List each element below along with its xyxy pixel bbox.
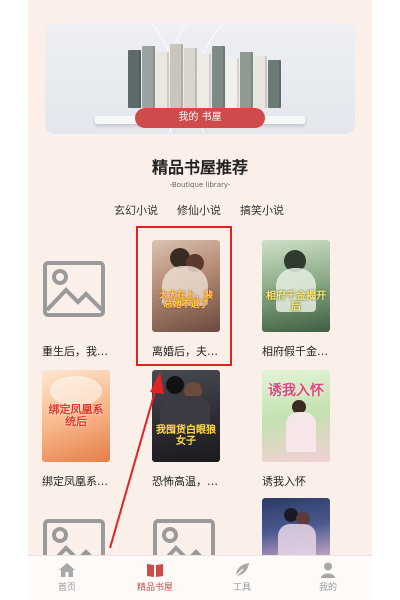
user-icon bbox=[321, 562, 335, 578]
tab-home[interactable]: 首页 bbox=[37, 562, 97, 593]
annotation-arrow-icon bbox=[109, 372, 164, 549]
tab-label: 工具 bbox=[232, 583, 251, 593]
bottom-tab-bar: 首页 精品书屋 工具 我的 bbox=[28, 555, 372, 600]
tab-label: 精品书屋 bbox=[136, 583, 173, 593]
tab-label: 我的 bbox=[318, 583, 337, 593]
leaf-icon bbox=[234, 563, 249, 578]
tab-label: 首页 bbox=[57, 583, 76, 593]
book-icon bbox=[147, 564, 163, 577]
tab-boutique[interactable]: 精品书屋 bbox=[125, 562, 185, 593]
home-icon bbox=[59, 563, 75, 577]
tab-mine[interactable]: 我的 bbox=[298, 562, 358, 593]
tab-tools[interactable]: 工具 bbox=[212, 562, 272, 593]
app-screen: 我的 书屋 精品书屋推荐 -Boutique library- 玄幻小说 修仙小… bbox=[28, 0, 372, 600]
